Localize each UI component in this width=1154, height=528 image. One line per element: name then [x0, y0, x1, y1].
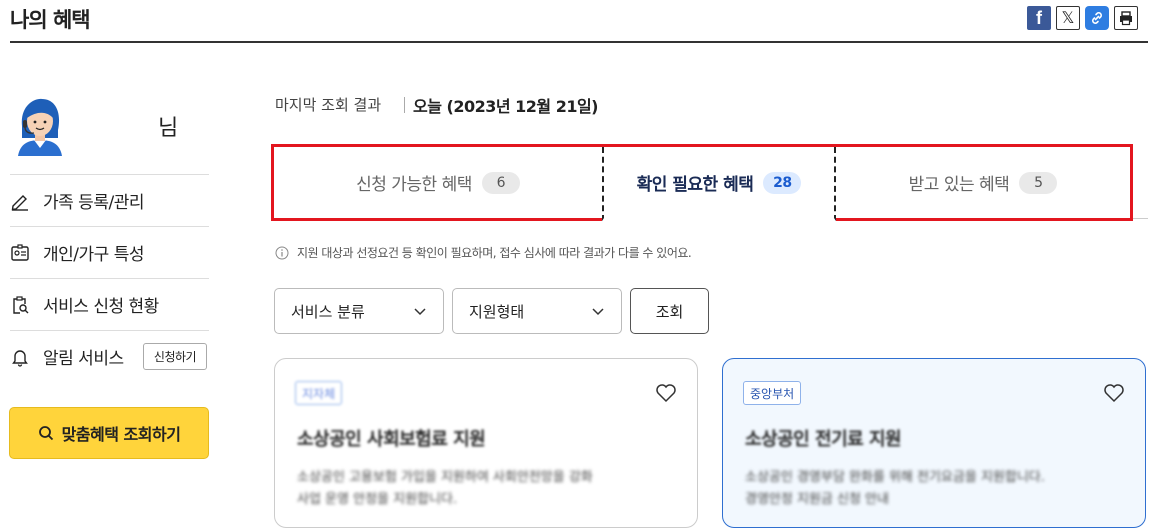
facebook-share-button[interactable]: f — [1027, 6, 1051, 30]
tab-count-badge: 6 — [481, 171, 520, 194]
chevron-down-icon — [414, 308, 426, 316]
tab-label: 신청 가능한 혜택 — [356, 175, 472, 195]
link-copy-button[interactable] — [1085, 6, 1109, 30]
link-icon — [1092, 12, 1102, 24]
user-avatar-icon — [18, 98, 62, 156]
notice-text: 지원 대상과 선정요건 등 확인이 필요하며, 접수 심사에 따라 결과가 다를… — [297, 246, 692, 260]
notification-apply-button[interactable]: 신청하기 — [143, 343, 207, 370]
support-type-select[interactable]: 지원형태 — [452, 288, 622, 334]
clipboard-search-icon — [10, 295, 30, 315]
print-button[interactable] — [1114, 6, 1138, 30]
card-description-line: 경영안정 지원금 신청 안내 — [745, 492, 889, 507]
custom-benefit-search-button[interactable]: 맞춤혜택 조회하기 — [9, 407, 209, 459]
info-icon — [275, 246, 289, 260]
heart-icon[interactable] — [655, 383, 677, 407]
tab-label: 받고 있는 혜택 — [908, 175, 1010, 195]
last-result-date: 오늘 (2023년 12월 21일) — [413, 97, 599, 116]
card-description: 소상공인 고용보험 가입을 지원하여 사회안전망을 강화 사업 운영 안정을 지… — [297, 467, 593, 511]
chevron-down-icon — [592, 308, 604, 316]
sidebar-item-label: 알림 서비스 — [43, 349, 124, 369]
sidebar-item-application-status[interactable]: 서비스 신청 현황 — [10, 279, 209, 330]
tab-needs-check[interactable]: 확인 필요한 혜택 28 — [602, 147, 836, 221]
pencil-icon — [10, 191, 30, 211]
user-name: 님 — [158, 116, 179, 141]
header-divider — [10, 41, 1148, 43]
tab-available[interactable]: 신청 가능한 혜택 6 — [274, 147, 602, 218]
sidebar-item-household[interactable]: 개인/가구 특성 — [10, 227, 209, 278]
card-description: 소상공인 경영부담 완화를 위해 전기요금을 지원합니다. 경영안정 지원금 신… — [745, 467, 1045, 511]
heart-icon[interactable] — [1103, 383, 1125, 407]
last-result-separator — [404, 97, 405, 113]
sidebar-item-label: 개인/가구 특성 — [43, 245, 144, 265]
card-title: 소상공인 사회보험료 지원 — [297, 429, 486, 450]
sidebar-item-family[interactable]: 가족 등록/관리 — [10, 175, 209, 226]
id-card-icon — [10, 243, 30, 263]
printer-icon — [1120, 11, 1132, 26]
service-category-select[interactable]: 서비스 분류 — [274, 288, 444, 334]
card-title: 소상공인 전기료 지원 — [745, 429, 902, 450]
user-avatar — [14, 96, 66, 156]
card-description-line: 소상공인 경영부담 완화를 위해 전기요금을 지원합니다. — [745, 470, 1045, 485]
benefit-card[interactable]: 중앙부처 소상공인 전기료 지원 소상공인 경영부담 완화를 위해 전기요금을 … — [722, 358, 1146, 528]
tab-label: 확인 필요한 혜택 — [636, 175, 754, 195]
page-title: 나의 혜택 — [10, 8, 91, 32]
sidebar-item-label: 서비스 신청 현황 — [43, 297, 159, 317]
tab-count-badge: 28 — [763, 171, 802, 194]
card-description-line: 소상공인 고용보험 가입을 지원하여 사회안전망을 강화 — [297, 470, 593, 485]
support-type-value: 지원형태 — [469, 302, 525, 321]
x-share-button[interactable]: 𝕏 — [1056, 6, 1080, 30]
last-result-label: 마지막 조회 결과 — [275, 96, 382, 114]
card-description-line: 사업 운영 안정을 지원합니다. — [297, 492, 458, 507]
notice: 지원 대상과 선정요건 등 확인이 필요하며, 접수 심사에 따라 결과가 다를… — [275, 244, 692, 261]
benefit-card[interactable]: 지자체 소상공인 사회보험료 지원 소상공인 고용보험 가입을 지원하여 사회안… — [274, 358, 698, 528]
tab-count-badge: 5 — [1019, 171, 1058, 194]
sidebar-item-label: 가족 등록/관리 — [43, 193, 144, 213]
tab-receiving[interactable]: 받고 있는 혜택 5 — [836, 147, 1130, 218]
custom-benefit-search-label: 맞춤혜택 조회하기 — [61, 425, 181, 444]
search-icon — [38, 425, 54, 441]
agency-tag: 지자체 — [295, 381, 343, 405]
search-button[interactable]: 조회 — [630, 288, 709, 334]
service-category-value: 서비스 분류 — [291, 302, 365, 321]
bell-icon — [10, 347, 30, 367]
agency-tag: 중앙부처 — [743, 381, 802, 405]
